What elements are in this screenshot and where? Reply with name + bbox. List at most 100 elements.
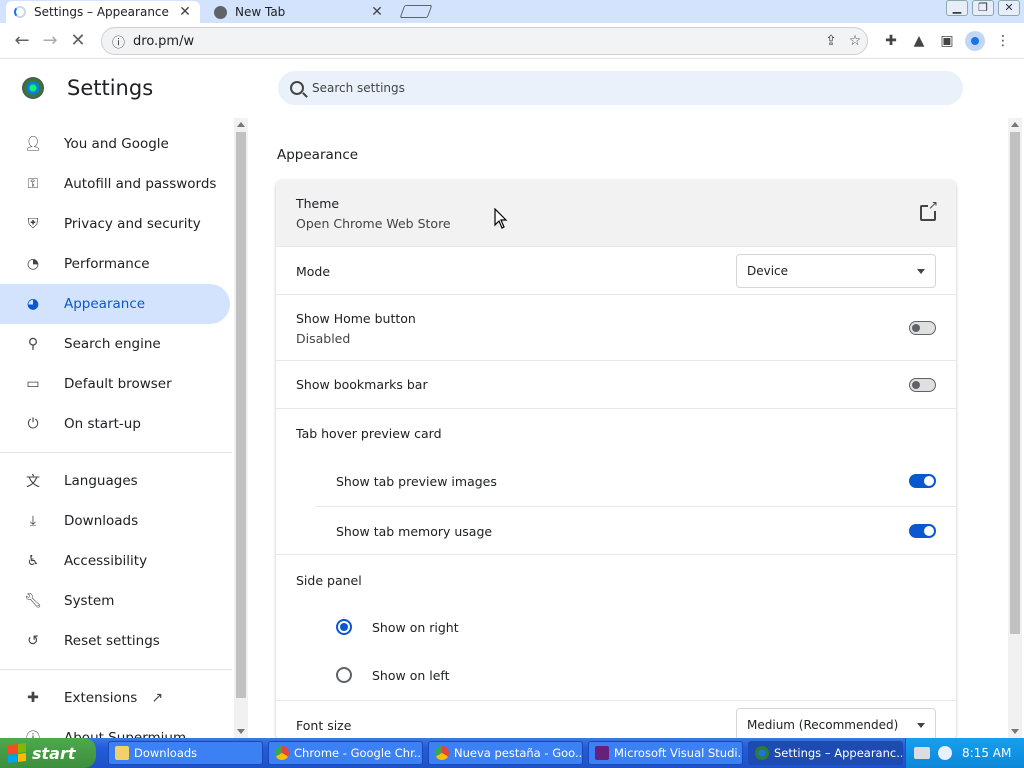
labs-flask-icon[interactable]: ▲ — [906, 27, 932, 55]
mode-row: Mode Device — [276, 246, 956, 294]
theme-sublabel: Open Chrome Web Store — [296, 216, 451, 231]
side-panel-row: Side panel — [276, 554, 956, 602]
taskbar-item-chrome[interactable]: Chrome - Google Chr... — [268, 741, 423, 765]
bookmarks-bar-toggle[interactable] — [909, 378, 936, 392]
restore-button[interactable]: ❐ — [972, 0, 994, 16]
wrench-icon: 🔧︎ — [24, 593, 42, 609]
minimize-button[interactable]: ▁ — [946, 0, 968, 16]
info-icon[interactable]: ⓘ — [112, 32, 125, 51]
url-text[interactable]: dro.pm/w — [133, 34, 819, 49]
home-button-toggle[interactable] — [909, 321, 936, 335]
scroll-down-arrow-icon[interactable] — [237, 729, 245, 734]
loading-spinner-icon — [14, 6, 26, 18]
scroll-down-arrow-icon[interactable] — [1011, 729, 1019, 734]
volume-icon[interactable] — [938, 746, 952, 760]
side-panel-left-option[interactable]: Show on left — [276, 650, 956, 700]
windows-logo-icon — [8, 743, 26, 763]
forward-button[interactable]: → — [36, 27, 64, 55]
menu-kebab-icon[interactable]: ⋮ — [990, 27, 1016, 55]
open-in-new-icon[interactable] — [920, 199, 938, 221]
show-on-left-label: Show on left — [372, 668, 450, 683]
search-icon — [290, 81, 304, 95]
sidebar-item-system[interactable]: 🔧︎ System — [0, 581, 230, 621]
tab-title: Settings – Appearance — [34, 5, 169, 19]
keyboard-icon[interactable] — [914, 747, 930, 759]
tab-memory-toggle[interactable] — [909, 524, 936, 538]
sidebar-item-performance[interactable]: ◔ Performance — [0, 244, 230, 284]
sidebar-item-reset-settings[interactable]: ↺ Reset settings — [0, 621, 230, 661]
address-bar[interactable]: ⓘ dro.pm/w ⇪ ☆ — [101, 27, 868, 55]
sidebar-item-on-startup[interactable]: ⏻ On start-up — [0, 404, 230, 444]
sidebar-item-default-browser[interactable]: ▭ Default browser — [0, 364, 230, 404]
sidebar-item-you-and-google[interactable]: 👤︎ You and Google — [0, 124, 230, 164]
speedometer-icon: ◔ — [26, 256, 40, 272]
tab-hover-label: Tab hover preview card — [296, 426, 442, 441]
show-on-left-radio[interactable] — [336, 667, 352, 683]
stop-loading-button[interactable]: ✕ — [64, 27, 92, 55]
chrome-icon — [275, 746, 289, 760]
page-title: Settings — [67, 76, 154, 100]
main-scrollbar[interactable] — [1008, 118, 1022, 738]
scrollbar-thumb[interactable] — [236, 132, 246, 698]
taskbar-item-label: Microsoft Visual Studi... — [614, 746, 743, 760]
new-tab-button[interactable] — [399, 5, 433, 18]
tab-preview-images-row[interactable]: Show tab preview images — [276, 456, 956, 506]
palette-icon: ◕ — [26, 296, 40, 312]
search-input[interactable] — [312, 81, 912, 95]
back-button[interactable]: ← — [8, 27, 36, 55]
tab-hover-row: Tab hover preview card — [276, 408, 956, 456]
profile-button[interactable] — [962, 27, 988, 55]
appearance-card: Theme Open Chrome Web Store Mode Device … — [276, 180, 956, 740]
font-size-label: Font size — [296, 718, 352, 733]
bookmarks-bar-row[interactable]: Show bookmarks bar — [276, 360, 956, 408]
tab-preview-images-toggle[interactable] — [909, 474, 936, 488]
taskbar-item-settings[interactable]: Settings – Appearanc... — [748, 741, 903, 765]
taskbar-item-nueva-pestana[interactable]: Nueva pestaña - Goo... — [428, 741, 583, 765]
sidebar-item-autofill[interactable]: ⚿ Autofill and passwords — [0, 164, 230, 204]
sidebar-item-search-engine[interactable]: ⚲ Search engine — [0, 324, 230, 364]
show-on-right-radio[interactable] — [336, 619, 352, 635]
supermium-icon — [755, 746, 769, 760]
sidebar-item-appearance[interactable]: ◕ Appearance — [0, 284, 230, 324]
sidebar-item-languages[interactable]: 文 Languages — [0, 461, 230, 501]
close-tab-icon[interactable]: ✕ — [370, 4, 384, 20]
tab-settings-appearance[interactable]: Settings – Appearance ✕ — [6, 1, 200, 23]
taskbar-item-visual-studio[interactable]: Microsoft Visual Studi... — [588, 741, 743, 765]
window-controls: ▁ ❐ ✕ — [946, 0, 1020, 16]
close-window-button[interactable]: ✕ — [998, 0, 1020, 16]
sidebar-item-extensions[interactable]: ✚ Extensions ↗ — [0, 678, 230, 718]
reset-icon: ↺ — [27, 633, 39, 649]
close-tab-icon[interactable]: ✕ — [178, 4, 192, 20]
mode-select-value: Device — [747, 264, 789, 278]
scroll-up-arrow-icon[interactable] — [237, 122, 245, 127]
sidebar-item-label: Autofill and passwords — [64, 176, 217, 192]
taskbar-item-downloads[interactable]: Downloads — [108, 741, 263, 765]
theme-label: Theme — [296, 196, 340, 211]
start-button[interactable]: start — [0, 738, 96, 768]
tab-memory-row[interactable]: Show tab memory usage — [316, 506, 956, 554]
download-icon: ⤓ — [29, 513, 37, 529]
sidebar-item-about[interactable]: ⓘ About Supermium — [0, 718, 230, 738]
nav-divider — [0, 669, 232, 670]
share-icon[interactable]: ⇪ — [819, 33, 843, 49]
extensions-puzzle-icon[interactable]: ✚ — [878, 27, 904, 55]
show-on-right-label: Show on right — [372, 620, 459, 635]
bookmarks-bar-label: Show bookmarks bar — [296, 377, 428, 392]
bookmark-star-icon[interactable]: ☆ — [843, 33, 867, 49]
sidebar-scrollbar[interactable] — [234, 118, 248, 738]
tab-new-tab[interactable]: New Tab ✕ — [206, 1, 392, 23]
search-box[interactable] — [278, 71, 963, 105]
tab-title: New Tab — [235, 5, 286, 19]
scroll-up-arrow-icon[interactable] — [1011, 122, 1019, 127]
chevron-down-icon — [917, 269, 925, 274]
side-panel-right-option[interactable]: Show on right — [276, 602, 956, 650]
sidebar-item-accessibility[interactable]: ♿︎ Accessibility — [0, 541, 230, 581]
scrollbar-thumb[interactable] — [1010, 132, 1020, 634]
side-panel-icon[interactable]: ▣ — [934, 27, 960, 55]
sidebar-item-privacy[interactable]: ⛨ Privacy and security — [0, 204, 230, 244]
font-size-select[interactable]: Medium (Recommended) — [736, 708, 936, 740]
home-button-row[interactable]: Show Home button Disabled — [276, 294, 956, 360]
theme-row[interactable]: Theme Open Chrome Web Store — [276, 180, 956, 246]
mode-select[interactable]: Device — [736, 254, 936, 288]
sidebar-item-downloads[interactable]: ⤓ Downloads — [0, 501, 230, 541]
